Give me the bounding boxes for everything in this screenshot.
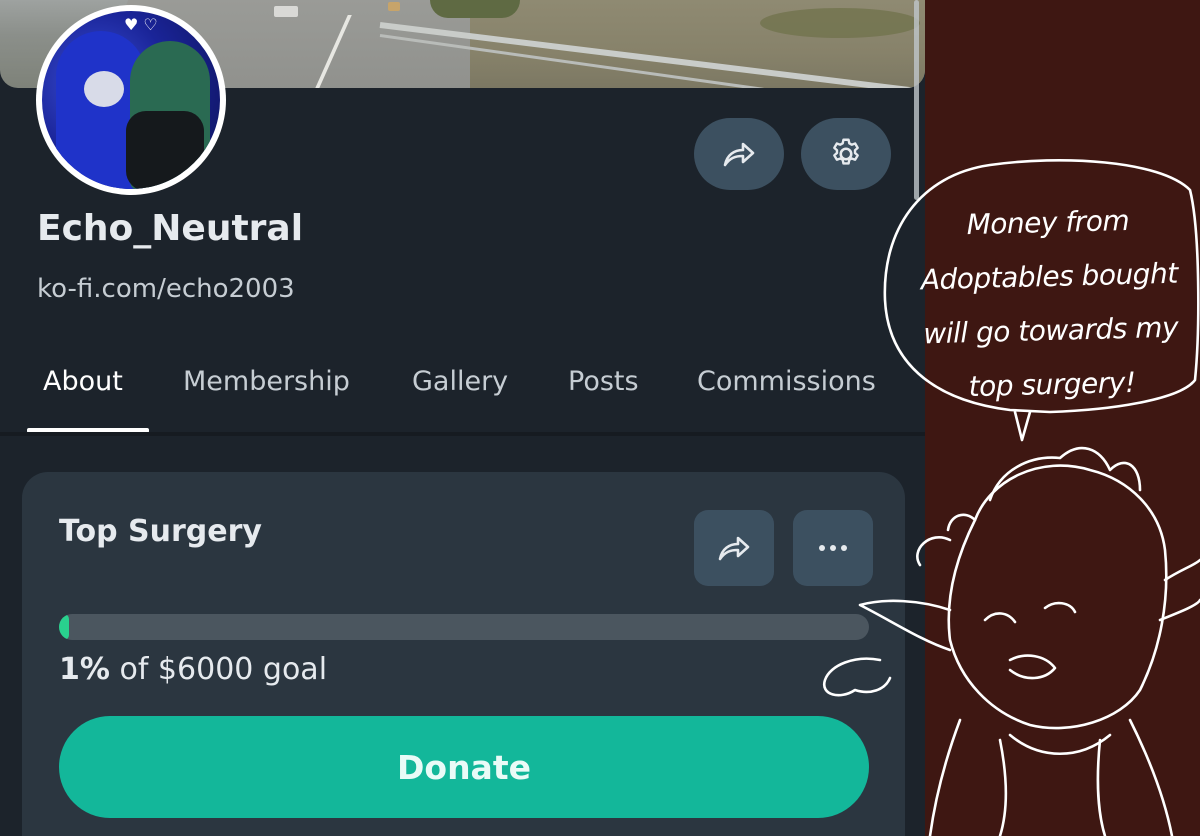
speech-bubble-text: Money from Adoptables bought will go tow… xyxy=(920,203,1179,404)
character-eyes xyxy=(983,601,1077,624)
character-collar xyxy=(1008,733,1112,755)
character-hand xyxy=(822,657,892,697)
character-body xyxy=(928,718,1174,836)
speech-bubble-tail xyxy=(1013,410,1032,442)
character-left-ear xyxy=(858,599,952,652)
character-head xyxy=(947,464,1168,730)
hand-drawn-character xyxy=(822,159,1200,836)
character-mouth xyxy=(1008,654,1057,680)
character-hair xyxy=(916,446,1142,567)
